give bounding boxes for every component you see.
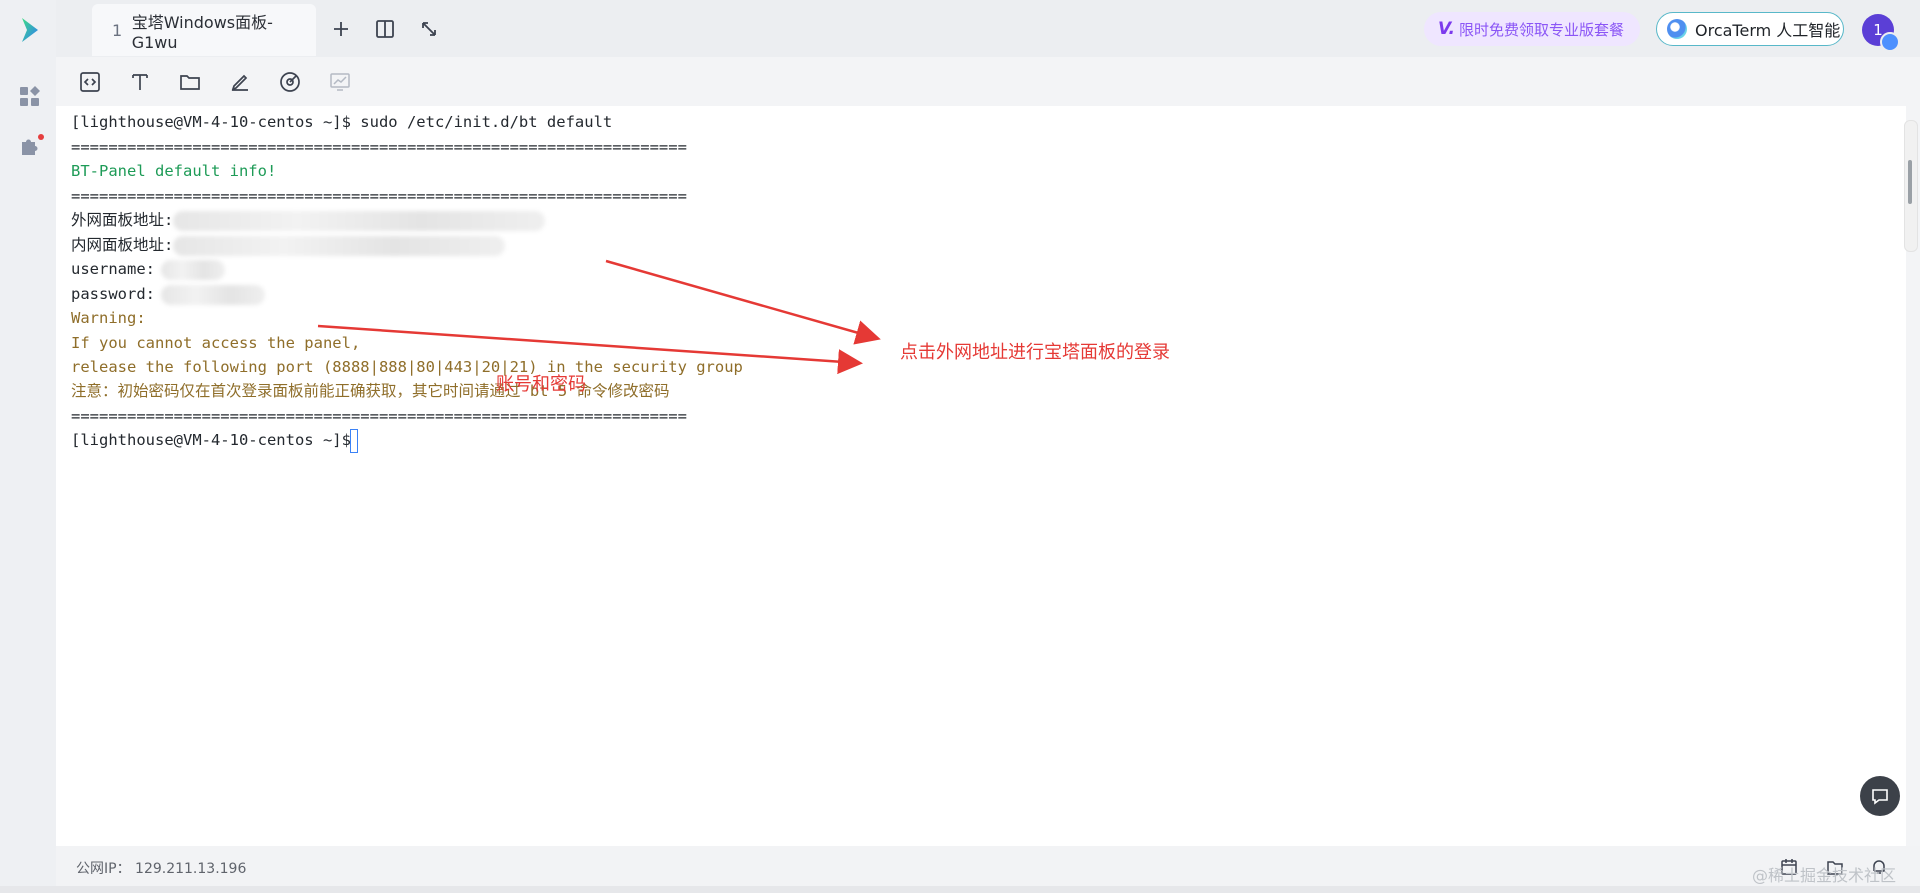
window-bottom-edge [0,886,1920,893]
ip-value: 129.211.13.196 [135,861,247,877]
chat-icon [1872,789,1888,805]
scrollbar-thumb[interactable] [1908,160,1912,204]
left-rail [0,0,56,893]
status-bar: 公网IP： 129.211.13.196 [56,846,1920,886]
split-view-icon[interactable] [374,18,396,40]
promo-label: 限时免费领取专业版套餐 [1458,20,1624,39]
avatar[interactable]: 1 [1862,14,1900,52]
notification-dot [38,134,44,140]
top-bar: 1 宝塔Windows面板-G1wu V. 限时免费领取专业版套餐 OrcaTe… [56,0,1920,57]
tab-index: 1 [112,20,123,40]
vip-icon: V. [1438,19,1455,39]
plugin-icon[interactable] [19,136,41,158]
terminal[interactable]: [lighthouse@VM-4-10-centos ~]$ sudo /etc… [56,106,1906,846]
annotation-arrows [317,259,881,375]
text-icon[interactable] [128,70,152,94]
code-icon[interactable] [78,70,102,94]
watermark: @稀土掘金技术社区 [1752,866,1897,885]
edit-icon[interactable] [228,70,252,94]
account-arrow [317,324,863,375]
chat-button[interactable] [1860,776,1900,816]
fullscreen-icon[interactable] [418,18,440,40]
avatar-badge-icon [1880,32,1900,52]
ai-assistant-button[interactable]: OrcaTerm 人工智能 [1656,12,1844,46]
folder-icon[interactable] [178,70,202,94]
ai-button-label: OrcaTerm 人工智能 [1695,21,1841,40]
session-tab[interactable]: 1 宝塔Windows面板-G1wu [92,4,316,56]
orca-icon [1667,19,1687,39]
toolbar [56,57,1920,106]
ip-label: 公网IP： [76,861,131,877]
tab-title: 宝塔Windows面板-G1wu [131,12,273,52]
promo-button[interactable]: V. 限时免费领取专业版套餐 [1424,12,1640,46]
login-arrow [605,259,881,345]
login-annotation: 点击外网地址进行宝塔面板的登录 [900,342,1170,363]
public-ip: 公网IP： 129.211.13.196 [76,858,246,878]
apps-icon[interactable] [19,86,41,108]
chart-icon [330,73,350,91]
add-tab-icon[interactable] [330,18,352,40]
account-annotation: 账号和密码 [496,374,586,395]
logo-icon[interactable] [18,16,42,44]
monitor-icon[interactable] [278,70,302,94]
